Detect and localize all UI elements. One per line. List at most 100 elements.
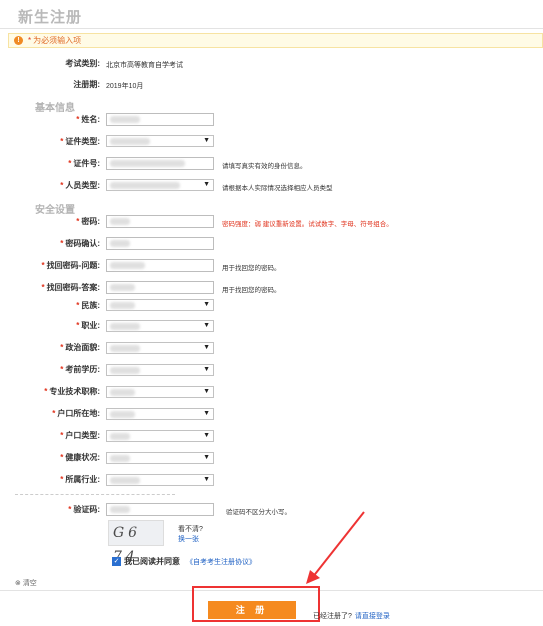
required-star: * — [60, 475, 64, 484]
blurred-value — [110, 302, 135, 309]
id-type-label-cell: * 证件类型: — [0, 134, 100, 150]
clear-link[interactable]: ⊗ 清空 — [15, 578, 37, 588]
political-status-select[interactable]: ▼ — [106, 342, 214, 354]
health-select[interactable]: ▼ — [106, 452, 214, 464]
dropdown-arrow-icon: ▼ — [203, 454, 210, 461]
hukou-type-label-cell: * 户口类型: — [0, 428, 100, 444]
ethnicity-select[interactable]: ▼ — [106, 299, 214, 311]
register-button[interactable]: 注 册 — [208, 601, 296, 619]
dropdown-arrow-icon: ▼ — [203, 344, 210, 351]
recovery-question-label-cell: * 找回密码-问题: — [0, 258, 100, 274]
industry-label: 所属行业: — [65, 475, 100, 484]
blurred-value — [110, 477, 140, 484]
registration-page: 新生注册 ! * 为必须输入项 考试类别: 北京市高等教育自学考试 注册期: 2… — [0, 0, 543, 626]
recovery-answer-hint: 用于找回您的密码。 — [222, 287, 281, 294]
required-star: * — [68, 159, 72, 168]
name-label-cell: * 姓名: — [0, 112, 100, 128]
required-star: * — [76, 217, 80, 226]
blurred-value — [110, 506, 130, 513]
captcha-input[interactable] — [106, 503, 214, 516]
occupation-label-cell: * 职业: — [0, 318, 100, 334]
occupation-select[interactable]: ▼ — [106, 320, 214, 332]
name-label: 姓名: — [81, 115, 100, 124]
blurred-value — [110, 116, 140, 123]
confirm-password-input[interactable] — [106, 237, 214, 250]
blurred-value — [110, 138, 150, 145]
person-type-hint: 请根据本人实际情况选择相应人员类型 — [222, 185, 333, 192]
ethnicity-label-cell: * 民族: — [0, 298, 100, 314]
id-number-label: 证件号: — [73, 159, 100, 168]
blurred-value — [110, 218, 130, 225]
required-notice-text: 为必须输入项 — [33, 36, 82, 45]
blurred-value — [110, 389, 135, 396]
hukou-type-label: 户口类型: — [65, 431, 100, 440]
dropdown-arrow-icon: ▼ — [203, 388, 210, 395]
exam-category-value: 北京市高等教育自学考试 — [106, 62, 183, 69]
dropdown-arrow-icon: ▼ — [203, 476, 210, 483]
required-star: * — [60, 343, 64, 352]
id-number-hint: 请填写真实有效的身份信息。 — [222, 163, 307, 170]
agreement-label: 我已阅读并同意 — [124, 557, 180, 566]
captcha-image[interactable]: G6 74 — [108, 520, 164, 565]
person-type-label-cell: * 人员类型: — [0, 178, 100, 194]
clear-label: 清空 — [22, 580, 37, 587]
registration-period-value: 2019年10月 — [106, 83, 144, 90]
recovery-question-hint: 用于找回您的密码。 — [222, 265, 281, 272]
dropdown-arrow-icon: ▼ — [203, 137, 210, 144]
password-strength-hint: 密码强度：弱 建议重新设置。试试数字、字母、符号组合。 — [222, 221, 393, 228]
agreement-link[interactable]: 《自考考生注册协议》 — [186, 557, 256, 567]
required-star: * — [44, 387, 48, 396]
dropdown-arrow-icon: ▼ — [203, 301, 210, 308]
recovery-question-input[interactable] — [106, 259, 214, 272]
required-star: * — [52, 409, 56, 418]
blurred-value — [110, 240, 130, 247]
already-registered-text: 已经注册了? — [313, 613, 352, 620]
person-type-label: 人员类型: — [65, 181, 100, 190]
warning-icon: ! — [14, 36, 23, 45]
required-star: * — [76, 301, 80, 310]
blurred-value — [110, 433, 130, 440]
id-number-input[interactable] — [106, 157, 214, 170]
required-star: * — [60, 453, 64, 462]
recovery-answer-label-cell: * 找回密码-答案: — [0, 280, 100, 296]
captcha-refresh-link[interactable]: 换一张 — [178, 534, 199, 544]
header-divider — [0, 28, 543, 29]
name-input[interactable] — [106, 113, 214, 126]
captcha-unclear-text: 看不清? — [178, 526, 203, 533]
professional-title-select[interactable]: ▼ — [106, 386, 214, 398]
recovery-answer-input[interactable] — [106, 281, 214, 294]
industry-select[interactable]: ▼ — [106, 474, 214, 486]
captcha-hint: 验证码不区分大小写。 — [226, 509, 291, 516]
blurred-value — [110, 160, 185, 167]
blurred-value — [110, 284, 135, 291]
education-label-cell: * 考前学历: — [0, 362, 100, 378]
recovery-question-label: 找回密码-问题: — [46, 261, 100, 270]
blurred-value — [110, 411, 135, 418]
dropdown-arrow-icon: ▼ — [203, 432, 210, 439]
hukou-location-select[interactable]: ▼ — [106, 408, 214, 420]
password-label-cell: * 密码: — [0, 214, 100, 230]
hukou-type-select[interactable]: ▼ — [106, 430, 214, 442]
id-type-label: 证件类型: — [65, 137, 100, 146]
blurred-value — [110, 182, 180, 189]
education-select[interactable]: ▼ — [106, 364, 214, 376]
required-star: * — [60, 365, 64, 374]
political-status-label-cell: * 政治面貌: — [0, 340, 100, 356]
id-type-select[interactable]: ▼ — [106, 135, 214, 147]
dropdown-arrow-icon: ▼ — [203, 410, 210, 417]
confirm-password-label: 密码确认: — [65, 239, 100, 248]
education-label: 考前学历: — [65, 365, 100, 374]
person-type-select[interactable]: ▼ — [106, 179, 214, 191]
required-star: * — [60, 431, 64, 440]
agreement-checkbox[interactable]: ✓ — [112, 557, 121, 566]
login-link[interactable]: 请直接登录 — [355, 613, 390, 620]
required-mark: * — [28, 36, 32, 45]
captcha-label-cell: * 验证码: — [0, 502, 100, 518]
section-divider — [15, 494, 175, 495]
dropdown-arrow-icon: ▼ — [203, 366, 210, 373]
password-input[interactable] — [106, 215, 214, 228]
hukou-location-label-cell: * 户口所在地: — [0, 406, 100, 422]
required-star: * — [41, 261, 45, 270]
professional-title-label: 专业技术职称: — [49, 387, 100, 396]
agreement-row: ✓ 我已阅读并同意 《自考考生注册协议》 — [112, 556, 256, 567]
